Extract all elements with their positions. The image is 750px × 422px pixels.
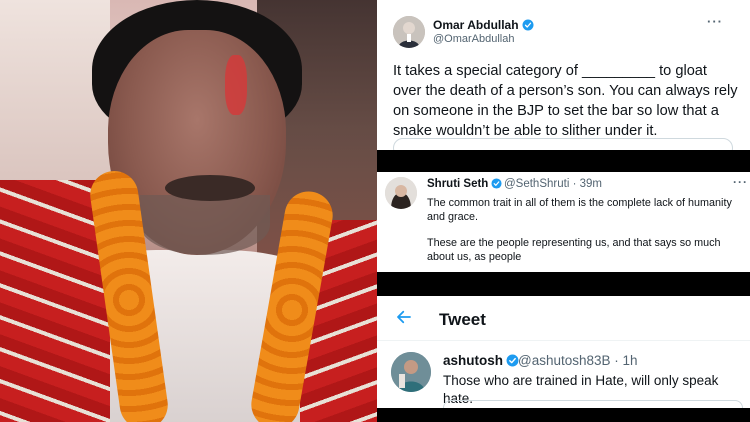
avatar[interactable] xyxy=(391,352,431,392)
avatar[interactable] xyxy=(385,177,417,209)
back-arrow-glyph xyxy=(397,310,411,324)
more-horizontal-icon[interactable]: ··· xyxy=(707,14,723,29)
verified-badge-icon xyxy=(522,19,534,31)
tweet-text: It takes a special category of _________… xyxy=(393,63,738,139)
author-name[interactable]: Shruti Seth xyxy=(427,178,502,190)
avatar-portrait-icon xyxy=(385,177,417,209)
page-title: Tweet xyxy=(439,310,486,329)
quoted-preview-edge xyxy=(393,138,733,150)
verified-badge-icon xyxy=(491,178,502,189)
avatar[interactable] xyxy=(393,16,425,48)
author-handle[interactable]: @ashutosh83B · 1h xyxy=(518,353,638,368)
tweet-text: The common trait in all of them is the c… xyxy=(427,197,732,223)
photo-tilak xyxy=(225,55,247,115)
tweet-card-ashutosh[interactable]: Tweet ashutosh @ashutosh83B · 1h Those w… xyxy=(377,296,750,408)
tweet-card-shruti[interactable]: Shruti Seth @SethShruti · 39m ··· The co… xyxy=(377,172,750,272)
more-horizontal-icon[interactable]: ··· xyxy=(733,175,748,189)
avatar-portrait-icon xyxy=(393,16,425,48)
author-name[interactable]: Omar Abdullah xyxy=(433,18,534,32)
politician-photo xyxy=(0,0,377,422)
author-handle[interactable]: @SethShruti · 39m xyxy=(504,178,602,190)
photo-mustache xyxy=(165,175,255,201)
header-divider xyxy=(377,340,750,341)
author-handle[interactable]: @OmarAbdullah xyxy=(433,33,514,45)
tweet-card-omar[interactable]: Omar Abdullah @OmarAbdullah ··· It takes… xyxy=(377,0,750,150)
author-name-label[interactable]: Omar Abdullah xyxy=(433,18,519,32)
avatar-portrait-icon xyxy=(391,352,431,392)
back-arrow-icon[interactable] xyxy=(395,308,413,332)
author-name-label[interactable]: Shruti Seth xyxy=(427,178,488,190)
quoted-preview-edge xyxy=(443,400,743,408)
author-name-label[interactable]: ashutosh xyxy=(443,353,503,368)
author-name[interactable]: ashutosh xyxy=(443,353,519,368)
tweet-text-second-paragraph: These are the people representing us, an… xyxy=(427,237,721,263)
photo-beard xyxy=(140,195,270,255)
